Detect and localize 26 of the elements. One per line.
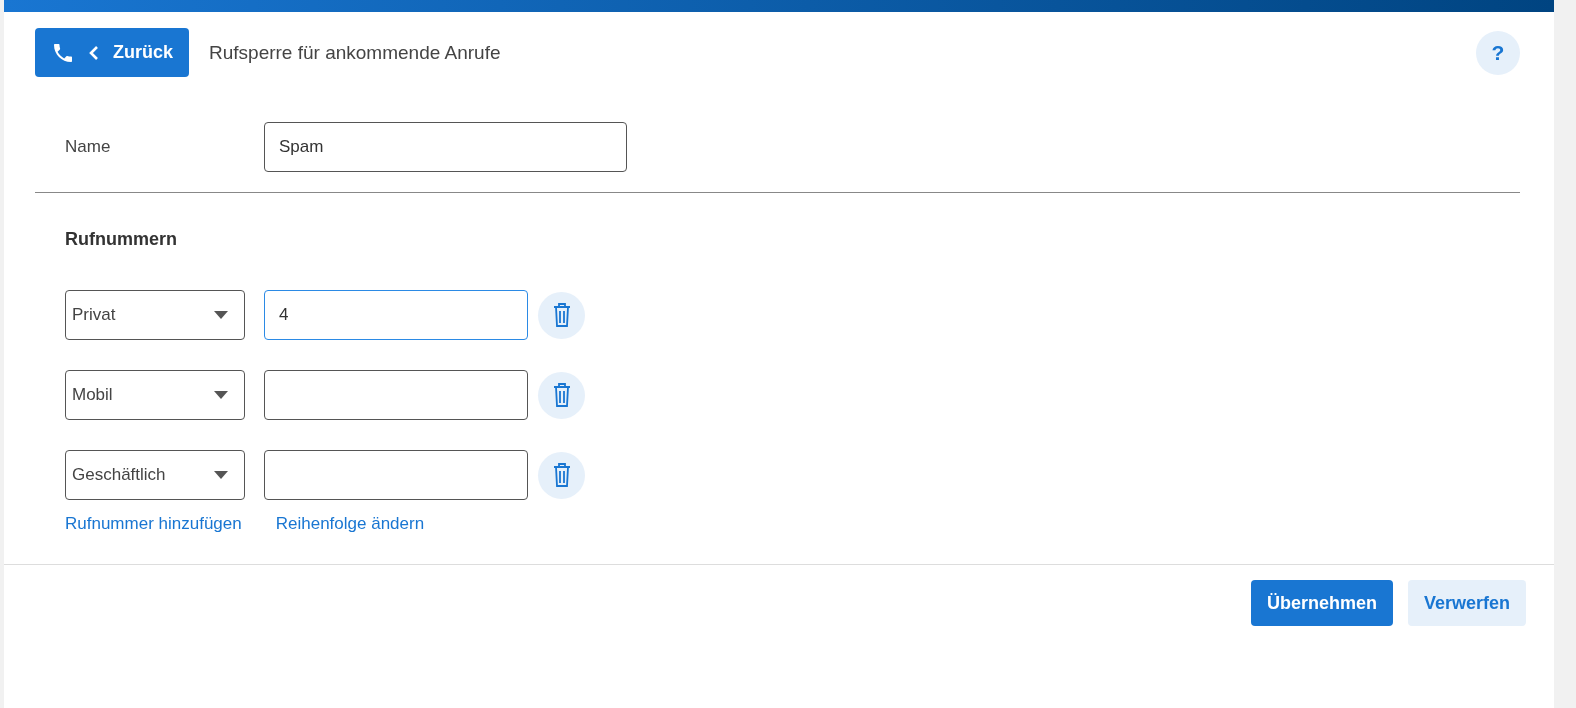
discard-button[interactable]: Verwerfen <box>1407 580 1526 626</box>
phone-number-field[interactable]: 4 <box>264 290 528 340</box>
section-heading: Rufnummern <box>65 229 178 250</box>
delete-button[interactable] <box>538 451 585 499</box>
trash-icon <box>552 382 571 408</box>
page-title: Rufsperre für ankommende Anrufe <box>209 41 502 64</box>
type-dropdown[interactable]: Privat <box>65 290 245 340</box>
delete-button[interactable] <box>538 371 585 419</box>
phone-number-field[interactable] <box>264 370 528 420</box>
back-button[interactable]: Zurück <box>35 28 189 77</box>
dropdown-caret-icon <box>214 471 228 479</box>
name-field[interactable]: Spam <box>264 122 627 172</box>
phone-number-field[interactable] <box>264 450 528 500</box>
delete-button[interactable] <box>538 291 585 339</box>
dropdown-caret-icon <box>214 391 228 399</box>
apply-button[interactable]: Übernehmen <box>1250 580 1393 626</box>
name-label: Name <box>65 137 112 157</box>
chevron-left-icon <box>89 44 99 61</box>
help-button[interactable]: ? <box>1476 30 1520 75</box>
text-link[interactable]: Reihenfolge ändern <box>275 514 425 534</box>
text-link[interactable]: Rufnummer hinzufügen <box>65 514 242 534</box>
type-dropdown[interactable]: Geschäftlich <box>65 450 245 500</box>
trash-icon <box>552 462 571 488</box>
dropdown-caret-icon <box>214 311 228 319</box>
type-dropdown[interactable]: Mobil <box>65 370 245 420</box>
trash-icon <box>552 302 571 328</box>
